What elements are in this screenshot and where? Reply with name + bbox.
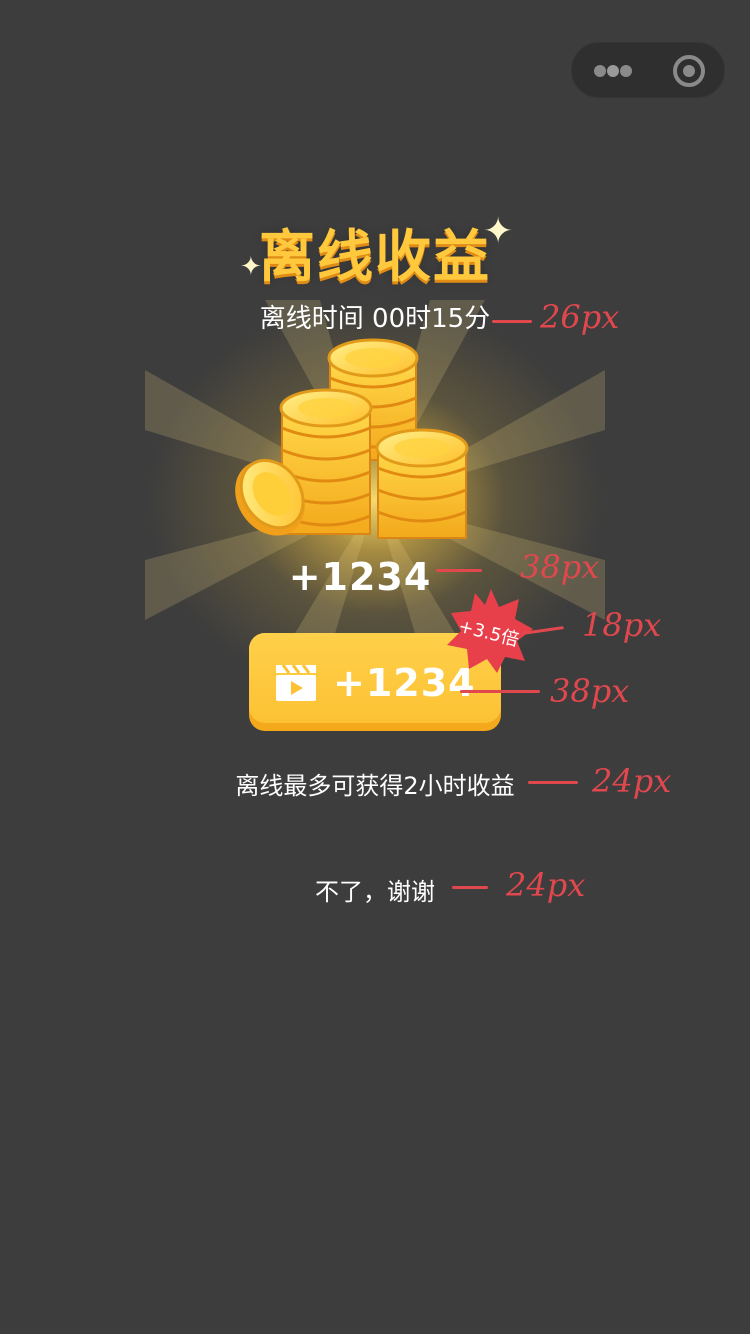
decline-link[interactable]: 不了，谢谢	[0, 872, 750, 907]
annotation-decline: 24px	[506, 866, 586, 904]
annotation-line	[528, 781, 578, 784]
dialog-title: 离线收益	[259, 225, 491, 290]
annotation-video-label: 38px	[550, 672, 630, 710]
video-clapper-icon	[276, 664, 316, 701]
sparkle-icon: ✦	[483, 211, 514, 252]
bonus-multiplier-badge: +3.5倍	[445, 589, 533, 673]
annotation-line	[460, 690, 540, 693]
reward-amount: +1234	[288, 555, 432, 599]
annotation-reward-amount: 38px	[520, 548, 600, 586]
mini-program-capsule	[571, 42, 725, 98]
more-dots-icon[interactable]	[594, 65, 632, 77]
annotation-line	[436, 569, 482, 572]
annotation-max-hint: 24px	[592, 762, 672, 800]
close-circle-icon[interactable]	[673, 55, 705, 87]
annotation-line	[492, 320, 532, 323]
annotation-bonus-badge: 18px	[582, 606, 662, 644]
sparkle-icon: ✦	[240, 252, 262, 282]
coin-stack-illustration	[235, 338, 469, 539]
annotation-offline-time: 26px	[540, 298, 620, 336]
annotation-line	[452, 886, 488, 889]
